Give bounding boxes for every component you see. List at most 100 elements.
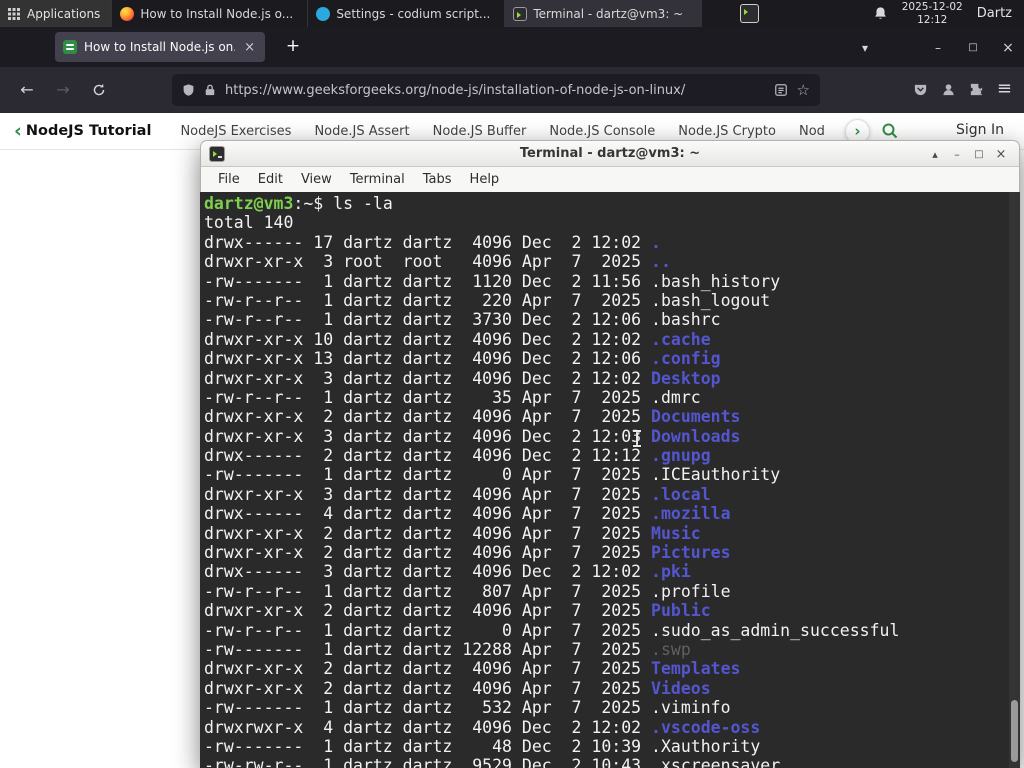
terminal-line: -rw-r--r-- 1 dartz dartz 0 Apr 7 2025 .s… xyxy=(204,620,900,640)
reload-button[interactable] xyxy=(86,78,112,102)
panel-window-button[interactable]: Settings - codium script... xyxy=(308,0,506,27)
terminal-minimize-button[interactable]: – xyxy=(947,145,967,164)
account-icon[interactable] xyxy=(941,82,956,97)
scrollbar-thumb[interactable] xyxy=(1011,700,1018,762)
window-close-button[interactable]: × xyxy=(995,37,1021,59)
app-grid-icon xyxy=(8,7,20,20)
bookmark-star-icon[interactable]: ☆ xyxy=(797,81,810,99)
forward-button[interactable]: → xyxy=(50,78,76,102)
nav-back-chevron-icon[interactable]: ‹ xyxy=(14,120,22,142)
prompt-path: :~$ xyxy=(293,194,324,213)
nav-link[interactable]: Node.JS Crypto xyxy=(678,124,776,139)
url-text: https://www.geeksforgeeks.org/node-js/in… xyxy=(225,82,686,98)
applications-menu-button[interactable]: Applications xyxy=(0,0,111,27)
panel-window-button[interactable]: How to Install Node.js o... xyxy=(111,0,309,27)
terminal-line: total 140 xyxy=(204,213,294,233)
menu-item-help[interactable]: Help xyxy=(461,172,509,187)
file-name: .viminfo xyxy=(651,698,731,718)
file-name: .vscode-oss xyxy=(651,717,761,737)
nav-link[interactable]: Node.JS DNS xyxy=(799,124,825,139)
terminal-line: drwxr-xr-x 3 dartz dartz 4096 Dec 2 12:0… xyxy=(204,426,741,446)
browser-tab-bar: How to Install Node.js on... × + ▾ – □ × xyxy=(0,27,1024,67)
browser-tab[interactable]: How to Install Node.js on... × xyxy=(55,32,265,62)
system-tray xyxy=(740,4,760,23)
panel-window-buttons: How to Install Node.js o... Settings - co… xyxy=(111,0,703,27)
panel-window-button[interactable]: Terminal - dartz@vm3: ~ xyxy=(505,0,703,27)
menu-hamburger-icon[interactable]: ≡ xyxy=(997,78,1012,100)
terminal-scrollbar[interactable] xyxy=(1009,192,1020,768)
mouse-ibeam-cursor xyxy=(633,430,641,447)
menu-item-file[interactable]: File xyxy=(209,172,249,187)
tab-close-button[interactable]: × xyxy=(242,40,257,55)
file-name: Templates xyxy=(651,659,741,679)
file-name: .gnupg xyxy=(651,446,711,466)
back-button[interactable]: ← xyxy=(14,78,40,102)
nav-link[interactable]: Node.JS Console xyxy=(549,124,655,139)
file-name: .bash_logout xyxy=(651,290,771,310)
browser-toolbar: ← → https://www.geeksforgeeks.org/node-j… xyxy=(0,67,1024,113)
clock-time: 12:12 xyxy=(917,13,948,26)
terminal-line: -rw------- 1 dartz dartz 0 Apr 7 2025 .I… xyxy=(204,465,781,485)
file-name: .mozilla xyxy=(651,504,731,524)
window-maximize-button[interactable]: □ xyxy=(960,37,986,59)
file-name: . xyxy=(651,232,661,252)
terminal-line: drwx------ 17 dartz dartz 4096 Dec 2 12:… xyxy=(204,232,661,252)
shield-icon[interactable] xyxy=(182,83,195,97)
user-label: Dartz xyxy=(976,6,1012,21)
file-name: .bash_history xyxy=(651,271,781,291)
file-name: .bashrc xyxy=(651,310,721,330)
nav-link[interactable]: NodeJS Exercises xyxy=(180,124,291,139)
terminal-line: -rw------- 1 dartz dartz 48 Dec 2 10:39 … xyxy=(204,736,761,756)
clock-date: 2025-12-02 xyxy=(901,0,963,13)
terminal-line: -rw-r--r-- 1 dartz dartz 35 Apr 7 2025 .… xyxy=(204,387,701,407)
toolbar-right-icons: ≡ xyxy=(913,78,1024,100)
terminal-line: -rw------- 1 dartz dartz 532 Apr 7 2025 … xyxy=(204,698,731,718)
nav-link[interactable]: Node.JS Assert xyxy=(314,124,409,139)
reader-mode-icon[interactable] xyxy=(774,83,788,97)
menu-item-edit[interactable]: Edit xyxy=(249,172,292,187)
menu-item-view[interactable]: View xyxy=(292,172,341,187)
file-name: Documents xyxy=(651,407,741,427)
gfg-favicon xyxy=(63,40,77,54)
tray-terminal-icon[interactable] xyxy=(740,4,760,23)
terminal-line: drwxr-xr-x 3 dartz dartz 4096 Dec 2 12:0… xyxy=(204,368,721,388)
tab-title: How to Install Node.js on... xyxy=(84,40,236,54)
terminal-line: drwxr-xr-x 13 dartz dartz 4096 Dec 2 12:… xyxy=(204,349,721,369)
menu-item-terminal[interactable]: Terminal xyxy=(341,172,414,187)
terminal-close-button[interactable]: × xyxy=(991,145,1011,164)
terminal-prompt-line: dartz@vm3:~$ ls -la xyxy=(204,194,1018,213)
pocket-icon[interactable] xyxy=(913,82,928,97)
file-name: .Xauthority xyxy=(651,736,761,756)
nav-back-link[interactable]: NodeJS Tutorial xyxy=(26,123,152,139)
window-minimize-button[interactable]: – xyxy=(925,37,951,59)
terminal-line: -rw-rw-r-- 1 dartz dartz 9529 Dec 2 10:4… xyxy=(204,756,1018,768)
notification-bell-icon[interactable] xyxy=(873,6,888,21)
terminal-body[interactable]: dartz@vm3:~$ ls -la total 140 drwx------ … xyxy=(200,192,1020,768)
nav-link[interactable]: Node.JS Buffer xyxy=(433,124,527,139)
terminal-line: drwxr-xr-x 2 dartz dartz 4096 Apr 7 2025… xyxy=(204,543,731,563)
terminal-line: -rw-r--r-- 1 dartz dartz 807 Apr 7 2025 … xyxy=(204,581,731,601)
file-name: .pki xyxy=(651,562,691,582)
list-tabs-button[interactable]: ▾ xyxy=(852,37,878,59)
clock[interactable]: 2025-12-02 12:12 xyxy=(902,1,963,26)
file-name: .. xyxy=(651,252,671,272)
terminal-line: drwxr-xr-x 2 dartz dartz 4096 Apr 7 2025… xyxy=(204,523,701,543)
file-name: .cache xyxy=(651,329,711,349)
terminal-line: drwx------ 4 dartz dartz 4096 Apr 7 2025… xyxy=(204,504,731,524)
terminal-line: -rw------- 1 dartz dartz 1120 Dec 2 11:5… xyxy=(204,271,781,291)
new-tab-button[interactable]: + xyxy=(280,34,306,60)
terminal-line: drwx------ 2 dartz dartz 4096 Dec 2 12:1… xyxy=(204,446,711,466)
terminal-shade-button[interactable]: ▴ xyxy=(925,145,945,164)
terminal-titlebar[interactable]: Terminal - dartz@vm3: ~ ▴ – □ × xyxy=(200,140,1020,167)
terminal-line: drwxr-xr-x 2 dartz dartz 4096 Apr 7 2025… xyxy=(204,659,741,679)
sign-in-button[interactable]: Sign In xyxy=(956,122,1004,138)
url-bar[interactable]: https://www.geeksforgeeks.org/node-js/in… xyxy=(172,74,820,106)
applications-label: Applications xyxy=(27,6,101,21)
menu-item-tabs[interactable]: Tabs xyxy=(414,172,461,187)
extensions-puzzle-icon[interactable] xyxy=(969,82,984,97)
terminal-maximize-button[interactable]: □ xyxy=(969,145,989,164)
desktop: Applications How to Install Node.js o...… xyxy=(0,0,1024,768)
top-panel: Applications How to Install Node.js o...… xyxy=(0,0,1024,27)
lock-icon[interactable] xyxy=(204,83,216,97)
terminal-line: -rw------- 1 dartz dartz 12288 Apr 7 202… xyxy=(204,639,691,659)
